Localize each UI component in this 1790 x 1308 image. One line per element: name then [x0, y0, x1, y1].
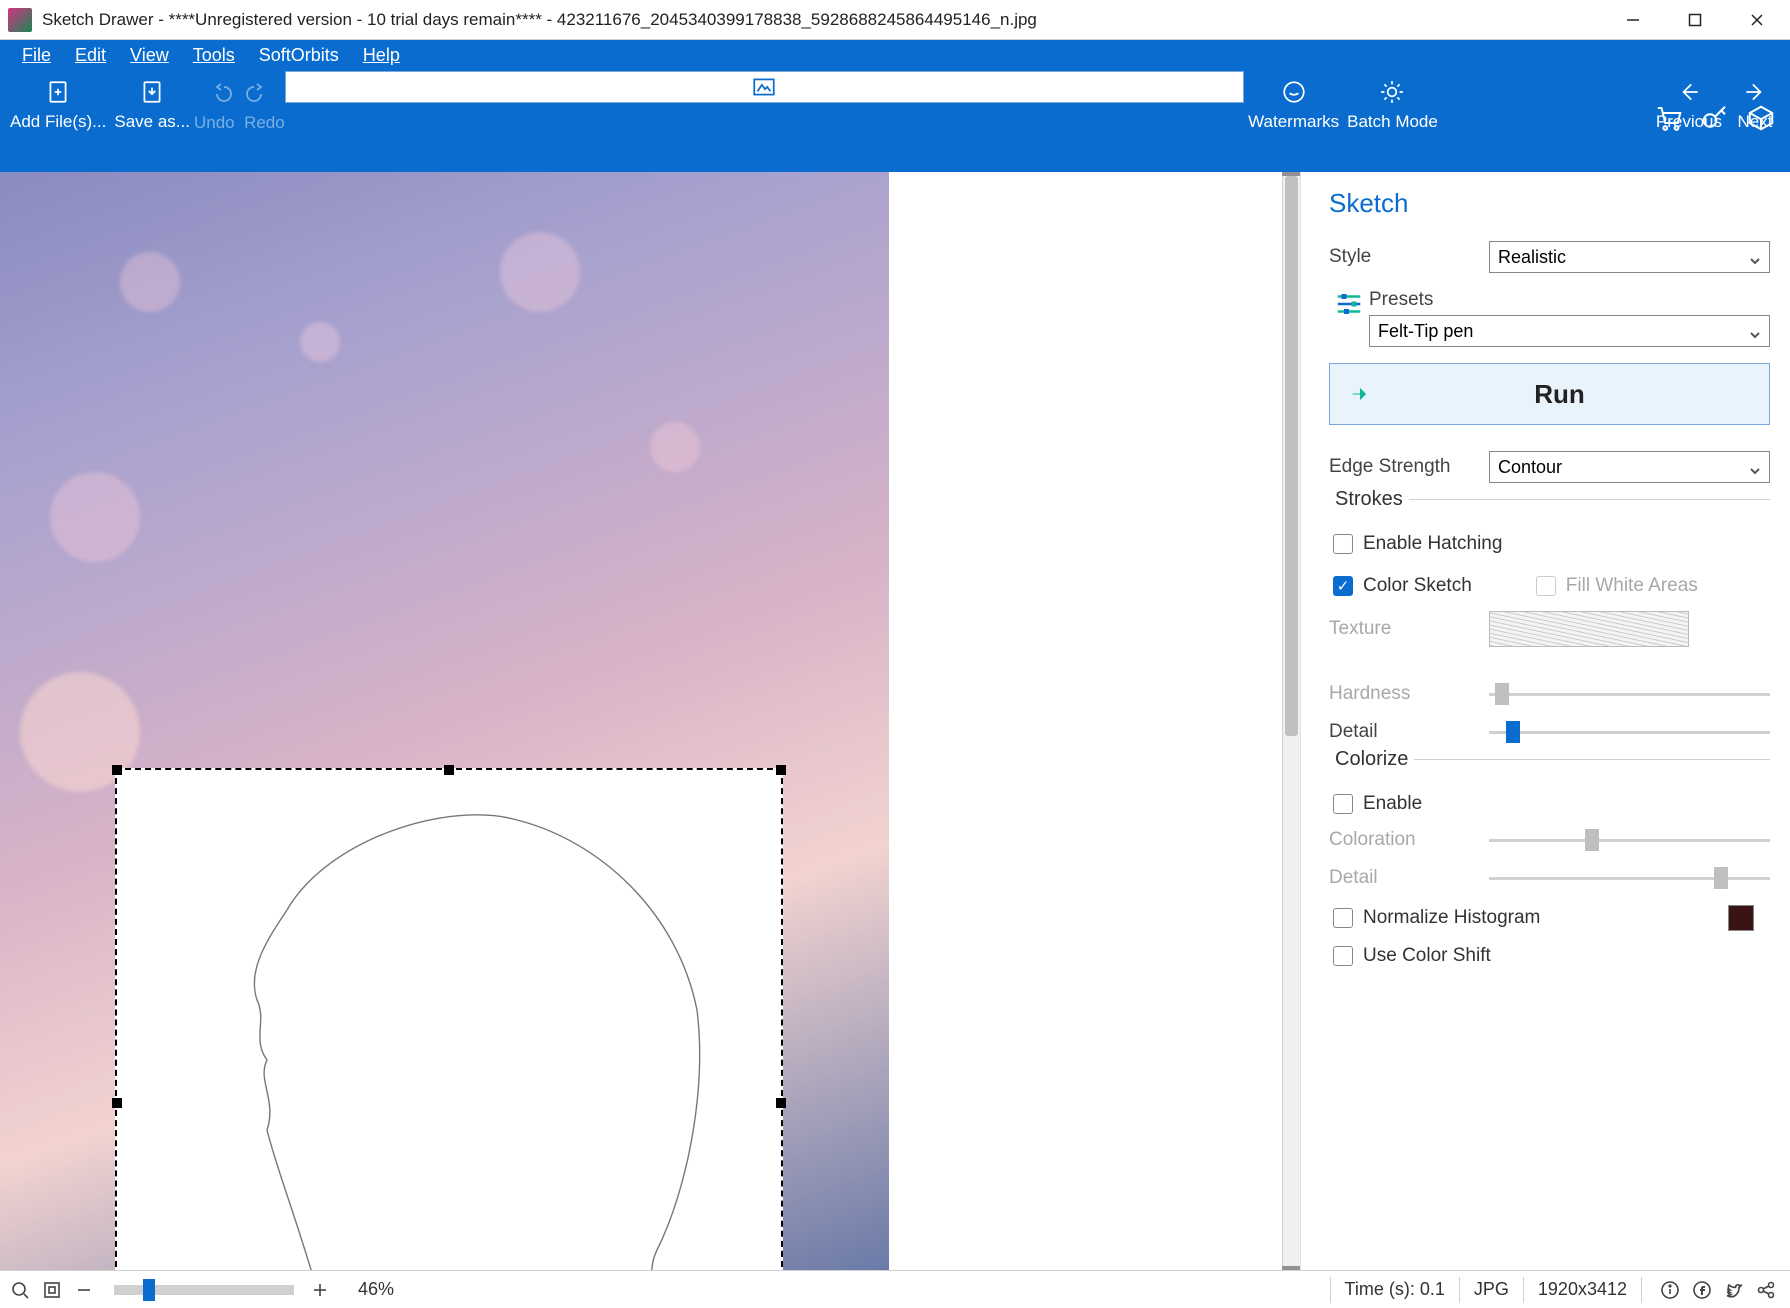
key-icon[interactable]	[1700, 103, 1730, 138]
menu-tools[interactable]: Tools	[181, 41, 247, 70]
menu-softorbits[interactable]: SoftOrbits	[247, 41, 351, 70]
color-sketch-checkbox[interactable]: Color Sketch	[1333, 575, 1472, 597]
save-as-button[interactable]: Save as...	[110, 71, 194, 161]
handle-n[interactable]	[444, 765, 454, 775]
package-icon[interactable]	[1746, 103, 1776, 138]
window-title: Sketch Drawer - ****Unregistered version…	[38, 10, 1602, 30]
scrollbar-thumb[interactable]	[1285, 176, 1298, 736]
texture-label: Texture	[1329, 618, 1489, 640]
status-time: Time (s): 0.1	[1345, 1279, 1445, 1300]
presets-select[interactable]: Felt-Tip pen	[1369, 315, 1770, 347]
minimize-button[interactable]	[1602, 0, 1664, 40]
undo-button[interactable]	[205, 77, 239, 111]
close-button[interactable]	[1726, 0, 1788, 40]
colorize-group: Colorize Enable Coloration Detail Normal…	[1329, 759, 1770, 967]
menu-help[interactable]: Help	[351, 41, 412, 70]
run-arrow-icon	[1330, 383, 1390, 405]
edge-strength-label: Edge Strength	[1329, 456, 1489, 478]
vertical-scrollbar[interactable]	[1282, 176, 1300, 1266]
style-label: Style	[1329, 246, 1489, 268]
detail-slider[interactable]	[1489, 721, 1770, 743]
batch-mode-button[interactable]: Batch Mode	[1343, 71, 1442, 161]
detail-label: Detail	[1329, 721, 1489, 743]
share-icon[interactable]	[1752, 1276, 1780, 1304]
zoom-out-icon[interactable]	[70, 1276, 98, 1304]
sketch-button[interactable]: Sketch	[285, 71, 1244, 103]
zoom-fit-icon[interactable]	[38, 1276, 66, 1304]
cart-icon[interactable]	[1654, 103, 1684, 138]
info-icon[interactable]	[1656, 1276, 1684, 1304]
enable-colorize-checkbox[interactable]: Enable	[1333, 793, 1770, 815]
fill-white-areas-checkbox[interactable]: Fill White Areas	[1536, 575, 1698, 597]
colorize-title: Colorize	[1329, 748, 1414, 771]
hardness-label: Hardness	[1329, 683, 1489, 705]
presets-icon[interactable]	[1329, 289, 1369, 319]
handle-w[interactable]	[112, 1098, 122, 1108]
status-format: JPG	[1474, 1279, 1509, 1300]
handle-e[interactable]	[776, 1098, 786, 1108]
color-swatch[interactable]	[1728, 905, 1754, 931]
coloration-label: Coloration	[1329, 829, 1489, 851]
chevron-down-icon	[1749, 325, 1761, 337]
watermark-icon	[1281, 77, 1307, 107]
menu-edit[interactable]: Edit	[63, 41, 118, 70]
status-dimensions: 1920x3412	[1538, 1279, 1627, 1300]
strokes-group: Strokes Enable Hatching Color Sketch Fil…	[1329, 499, 1770, 743]
gear-icon	[1379, 77, 1405, 107]
hardness-slider[interactable]	[1489, 683, 1770, 705]
redo-button[interactable]	[239, 77, 273, 111]
canvas-area[interactable]	[0, 172, 1300, 1270]
sketch-panel: Sketch Style Realistic Presets Felt-Tip …	[1300, 172, 1790, 1270]
style-select[interactable]: Realistic	[1489, 241, 1770, 273]
undo-redo-label: Undo Redo	[194, 111, 285, 133]
menu-file[interactable]: File	[10, 41, 63, 70]
chevron-down-icon	[1749, 461, 1761, 473]
maximize-button[interactable]	[1664, 0, 1726, 40]
watermarks-button[interactable]: Watermarks	[1244, 71, 1343, 161]
sketch-preview	[117, 770, 785, 1270]
colorize-detail-label: Detail	[1329, 867, 1489, 889]
run-button[interactable]: Run	[1329, 363, 1770, 425]
menubar: File Edit View Tools SoftOrbits Help	[0, 40, 1790, 71]
titlebar: Sketch Drawer - ****Unregistered version…	[0, 0, 1790, 40]
toolbar: Add File(s)... Save as... Undo Redo Sket…	[0, 71, 1790, 172]
use-color-shift-checkbox[interactable]: Use Color Shift	[1333, 945, 1770, 967]
selection-rect[interactable]	[115, 768, 783, 1270]
save-icon	[139, 77, 165, 107]
add-files-button[interactable]: Add File(s)...	[6, 71, 110, 161]
add-file-icon	[45, 77, 71, 107]
normalize-histogram-checkbox[interactable]: Normalize Histogram	[1333, 905, 1770, 931]
edge-strength-select[interactable]: Contour	[1489, 451, 1770, 483]
canvas-blank-area	[889, 172, 1282, 1270]
handle-ne[interactable]	[776, 765, 786, 775]
enable-hatching-checkbox[interactable]: Enable Hatching	[1333, 533, 1770, 555]
zoom-slider[interactable]	[114, 1285, 294, 1295]
colorize-detail-slider[interactable]	[1489, 867, 1770, 889]
zoom-percent: 46%	[358, 1279, 394, 1300]
presets-label: Presets	[1369, 289, 1770, 311]
zoom-in-icon[interactable]	[306, 1276, 334, 1304]
panel-heading: Sketch	[1329, 188, 1770, 219]
menu-view[interactable]: View	[118, 41, 181, 70]
twitter-icon[interactable]	[1720, 1276, 1748, 1304]
zoom-actual-icon[interactable]	[6, 1276, 34, 1304]
chevron-down-icon	[1749, 251, 1761, 263]
sketch-icon	[751, 74, 777, 100]
handle-nw[interactable]	[112, 765, 122, 775]
coloration-slider[interactable]	[1489, 829, 1770, 851]
facebook-icon[interactable]	[1688, 1276, 1716, 1304]
status-bar: 46% Time (s): 0.1 JPG 1920x3412	[0, 1270, 1790, 1308]
texture-select[interactable]	[1489, 611, 1689, 647]
strokes-title: Strokes	[1329, 488, 1409, 511]
app-icon	[8, 8, 32, 32]
